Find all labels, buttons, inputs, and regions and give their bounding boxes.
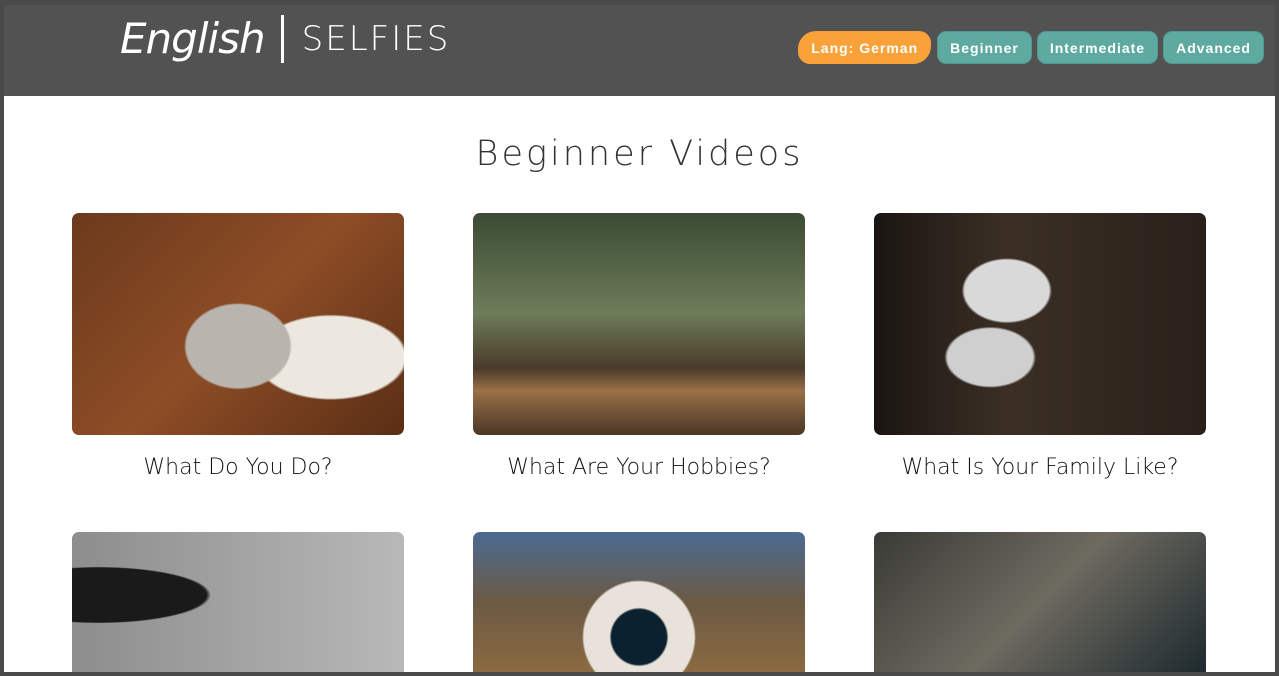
nav-advanced[interactable]: Advanced	[1163, 31, 1264, 64]
video-card[interactable]	[72, 532, 404, 672]
video-card[interactable]	[473, 532, 805, 672]
video-thumbnail[interactable]	[72, 532, 404, 672]
language-button[interactable]: Lang: German	[798, 31, 932, 64]
logo-text: SELFIES	[301, 18, 451, 59]
video-card[interactable]	[874, 532, 1206, 672]
nav-beginner[interactable]: Beginner	[937, 31, 1032, 64]
video-card[interactable]: What Are Your Hobbies?	[473, 213, 805, 480]
logo[interactable]: English SELFIES	[120, 14, 450, 63]
logo-script: English	[120, 14, 266, 63]
video-title[interactable]: What Do You Do?	[72, 455, 404, 480]
video-thumbnail[interactable]	[874, 532, 1206, 672]
nav-intermediate[interactable]: Intermediate	[1036, 31, 1159, 64]
video-thumbnail[interactable]	[473, 532, 805, 672]
video-thumbnail[interactable]	[473, 213, 805, 435]
video-title[interactable]: What Is Your Family Like?	[874, 455, 1206, 480]
video-thumbnail[interactable]	[874, 213, 1206, 435]
video-card[interactable]: What Do You Do?	[72, 213, 404, 480]
video-title[interactable]: What Are Your Hobbies?	[473, 455, 805, 480]
video-thumbnail[interactable]	[72, 213, 404, 435]
video-card[interactable]: What Is Your Family Like?	[874, 213, 1206, 480]
page-title: Beginner Videos	[475, 134, 804, 174]
nav: Lang: German Beginner Intermediate Advan…	[798, 31, 1264, 64]
header: English SELFIES Lang: German Beginner In…	[0, 0, 1279, 96]
logo-divider	[280, 14, 284, 63]
